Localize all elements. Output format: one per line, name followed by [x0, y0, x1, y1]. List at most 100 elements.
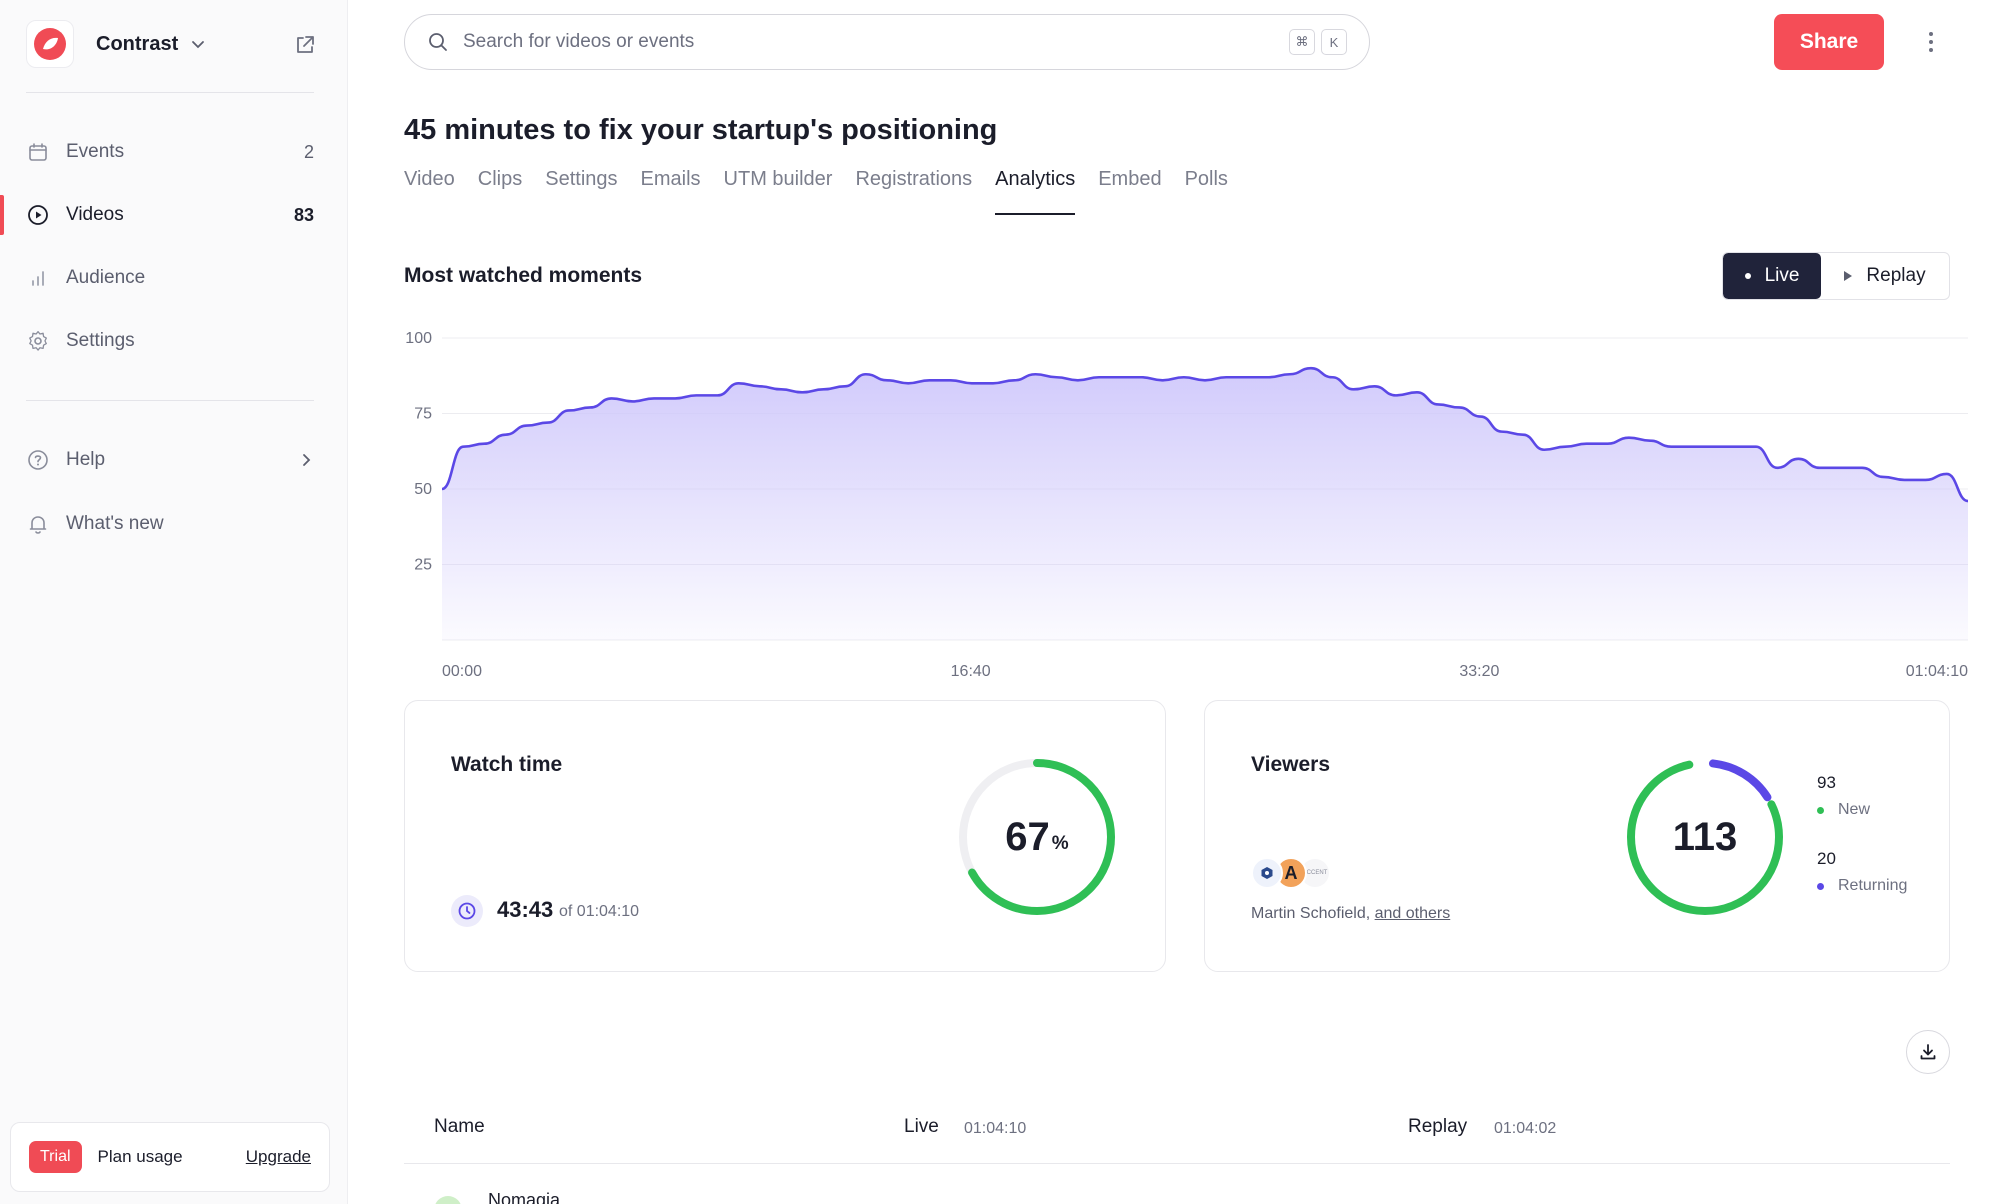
chevron-right-icon [303, 454, 311, 466]
table-row-name[interactable]: Nomagia [488, 1190, 560, 1204]
tab-settings[interactable]: Settings [545, 168, 617, 214]
sidebar-divider [26, 92, 314, 93]
col-name[interactable]: Name [434, 1116, 485, 1138]
sidebar-item-label: Events [66, 141, 125, 162]
dot-icon [1744, 273, 1751, 279]
toggle-live-label: Live [1764, 265, 1800, 286]
legend-new: 93 New [1817, 773, 1870, 819]
share-button[interactable]: Share [1774, 14, 1884, 70]
trial-badge: Trial [29, 1141, 82, 1173]
k-key: K [1321, 29, 1347, 55]
new-count: 93 [1817, 773, 1836, 792]
new-label-row: New [1817, 801, 1870, 819]
x-tick-label: 16:40 [951, 663, 991, 680]
sidebar-item-label: Settings [66, 330, 135, 351]
toggle-replay-label: Replay [1866, 265, 1926, 286]
returning-label: Returning [1838, 877, 1908, 894]
search-icon [429, 33, 447, 51]
new-label: New [1838, 801, 1871, 818]
events-count: 2 [303, 141, 314, 162]
col-replay-time: 01:04:02 [1494, 1120, 1557, 1137]
legend-returning: 20 Returning [1817, 849, 1907, 895]
viewer-avatars: A ACCENT [1251, 857, 1331, 889]
help-circle-icon [26, 448, 50, 472]
sidebar-item-label: Audience [66, 267, 146, 288]
sidebar-item-help[interactable]: Help [0, 432, 348, 488]
watch-time-percent: 67% [957, 757, 1117, 917]
sidebar-item-label: What's new [66, 513, 164, 534]
y-tick-label: 25 [414, 557, 432, 574]
sidebar-item-audience[interactable]: Audience [0, 250, 348, 306]
watch-time-total: of 01:04:10 [559, 903, 640, 920]
chevron-down-icon [192, 41, 205, 49]
viewers-total: 113 [1625, 757, 1785, 917]
keyboard-shortcut: ⌘ K [1289, 29, 1347, 55]
gear-icon [26, 329, 50, 353]
sidebar-item-whats-new[interactable]: What's new [0, 496, 348, 552]
watch-time-title: Watch time [451, 753, 563, 776]
bell-icon [26, 512, 50, 536]
sidebar-item-settings[interactable]: Settings [0, 313, 348, 369]
clock-icon [451, 895, 483, 927]
tab-polls[interactable]: Polls [1185, 168, 1228, 214]
and-others-link[interactable]: and others [1375, 905, 1451, 922]
videos-count: 83 [293, 204, 314, 225]
x-tick-label: 01:04:10 [1906, 663, 1968, 680]
sidebar-item-events[interactable]: Events 2 [0, 124, 348, 180]
sidebar-divider [26, 400, 314, 401]
upgrade-link[interactable]: Upgrade [246, 1147, 311, 1167]
workspace-name: Contrast [96, 32, 179, 55]
y-tick-label: 50 [414, 481, 432, 498]
viewer-names: Martin Schofield, and others [1251, 905, 1450, 923]
live-replay-toggle: Live Replay [1722, 252, 1950, 300]
download-icon [1920, 1044, 1936, 1060]
viewers-total-value: 113 [1672, 814, 1738, 859]
avatar [434, 1196, 462, 1204]
search-bar[interactable]: ⌘ K [404, 14, 1370, 70]
watched-moments-chart: 100 75 50 25 00:00 16:40 33:20 01:04:10 [405, 330, 1969, 680]
returning-count: 20 [1817, 849, 1836, 868]
tab-analytics[interactable]: Analytics [995, 168, 1076, 215]
sidebar: Contrast Events 2 Videos 83 Audience Set… [0, 0, 348, 1204]
tab-embed[interactable]: Embed [1098, 168, 1161, 214]
table-header: Name Live 01:04:10 Replay 01:04:02 [404, 1092, 1950, 1164]
download-button[interactable] [1906, 1030, 1950, 1074]
col-replay[interactable]: Replay [1408, 1116, 1467, 1138]
percent-value: 67 [1005, 814, 1050, 859]
tab-utm-builder[interactable]: UTM builder [724, 168, 833, 214]
viewers-card: Viewers A ACCENT Martin Schofield, and o… [1204, 700, 1950, 972]
returning-label-row: Returning [1817, 877, 1907, 895]
page-title: 45 minutes to fix your startup's positio… [404, 114, 998, 146]
viewers-title: Viewers [1251, 753, 1331, 776]
returning-dot-icon [1817, 882, 1824, 890]
workspace-switcher[interactable]: Contrast [26, 20, 316, 68]
sidebar-item-label: Help [66, 449, 106, 470]
more-options-icon[interactable] [1920, 26, 1942, 58]
col-live[interactable]: Live [904, 1116, 939, 1138]
toggle-replay[interactable]: Replay [1821, 253, 1949, 299]
new-dot-icon [1817, 806, 1824, 814]
search-input[interactable] [463, 31, 1243, 53]
contrast-logo [26, 20, 74, 68]
calendar-icon [26, 140, 50, 164]
tab-emails[interactable]: Emails [641, 168, 701, 214]
sidebar-item-label: Videos [66, 204, 124, 225]
percent-sign: % [1051, 833, 1069, 854]
viewers-ring: 113 [1625, 757, 1785, 917]
plan-usage-label: Plan usage [97, 1147, 183, 1166]
avatar [1251, 857, 1283, 889]
col-live-time: 01:04:10 [964, 1120, 1027, 1137]
video-tabs: Video Clips Settings Emails UTM builder … [404, 168, 1251, 216]
chart-area [442, 368, 1968, 640]
toggle-live[interactable]: Live [1723, 253, 1821, 299]
tab-video[interactable]: Video [404, 168, 455, 214]
external-link-icon[interactable] [294, 34, 316, 56]
viewer-name: Martin Schofield, [1251, 905, 1371, 922]
sidebar-item-videos[interactable]: Videos 83 [0, 187, 348, 243]
x-tick-label: 00:00 [442, 663, 482, 680]
tab-registrations[interactable]: Registrations [855, 168, 972, 214]
bar-chart-icon [26, 266, 50, 290]
watch-time-value: 43:43 [497, 897, 554, 922]
tab-clips[interactable]: Clips [478, 168, 522, 214]
y-tick-label: 75 [414, 406, 432, 423]
